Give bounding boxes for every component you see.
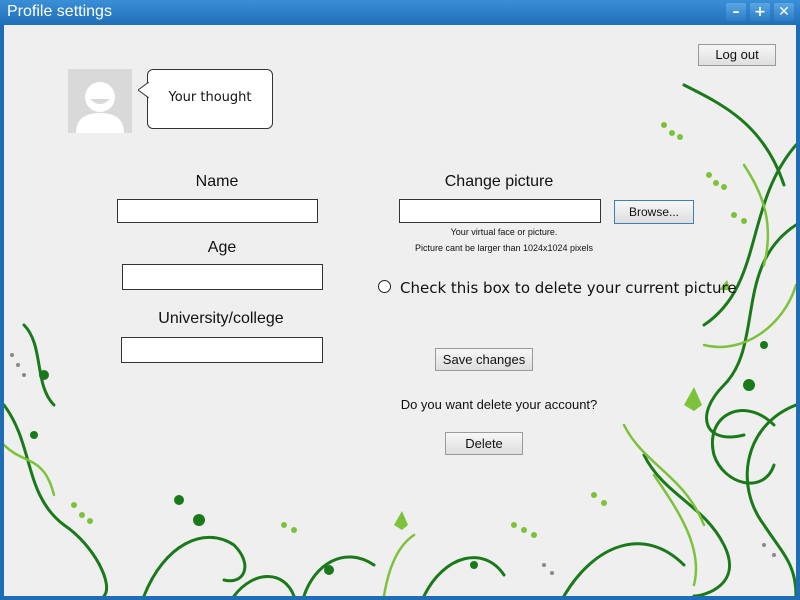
close-button[interactable]: ✕ xyxy=(774,3,794,21)
thought-text: Your thought xyxy=(168,90,252,105)
logout-button[interactable]: Log out xyxy=(698,44,776,66)
picture-help-line1: Your virtual face or picture. xyxy=(450,227,558,237)
university-label: University/college xyxy=(158,310,284,327)
avatar[interactable] xyxy=(68,69,132,133)
delete-account-button[interactable]: Delete xyxy=(445,432,523,455)
maximize-button[interactable]: + xyxy=(750,3,770,21)
profile-settings-window: Profile settings – + ✕ Your thought Log … xyxy=(0,0,800,600)
browse-button[interactable]: Browse... xyxy=(614,200,694,224)
thought-bubble[interactable]: Your thought xyxy=(138,69,273,129)
save-changes-button[interactable]: Save changes xyxy=(435,348,533,371)
picture-help-line2: Picture cant be larger than 1024x1024 pi… xyxy=(414,243,594,253)
default-avatar-icon xyxy=(68,69,132,133)
name-label: Name xyxy=(195,173,239,190)
change-picture-label: Change picture xyxy=(444,173,554,190)
delete-picture-checkbox[interactable] xyxy=(378,280,391,293)
delete-account-question: Do you want delete your account? xyxy=(400,397,598,412)
university-field[interactable] xyxy=(121,337,323,363)
picture-file-field[interactable] xyxy=(399,199,601,223)
window-title: Profile settings xyxy=(7,3,112,20)
delete-picture-label: Check this box to delete your current pi… xyxy=(400,279,737,297)
age-field[interactable] xyxy=(122,264,323,290)
name-field[interactable] xyxy=(117,199,318,223)
minimize-button[interactable]: – xyxy=(726,3,746,21)
content-area: Your thought Log out Name Age University… xyxy=(4,25,796,596)
age-label: Age xyxy=(207,239,237,256)
title-bar[interactable]: Profile settings – + ✕ xyxy=(0,0,800,25)
